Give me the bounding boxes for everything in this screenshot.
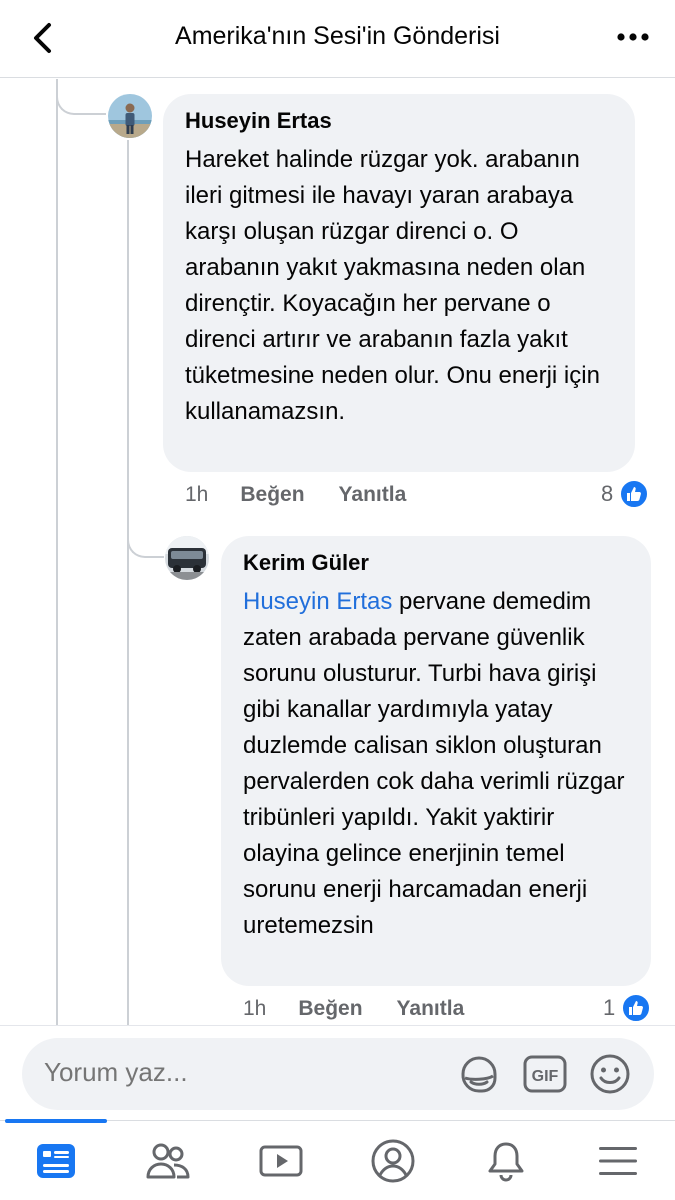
mention-link[interactable]: Huseyin Ertas bbox=[243, 588, 392, 615]
more-icon bbox=[617, 33, 649, 41]
page-title: Amerika'nın Sesi'in Gönderisi bbox=[175, 22, 500, 50]
avatar-image bbox=[108, 94, 152, 138]
reaction-summary[interactable]: 8 bbox=[601, 479, 650, 509]
thread-line-inner bbox=[127, 140, 129, 1025]
comment-time[interactable]: 1h bbox=[185, 483, 208, 507]
watch-icon bbox=[259, 1145, 303, 1177]
comment-composer: GIF bbox=[22, 1038, 654, 1110]
comment-author[interactable]: Huseyin Ertas bbox=[185, 108, 613, 134]
bottom-tab-bar bbox=[0, 1119, 675, 1200]
comment-text: Hareket halinde rüzgar yok. arabanın ile… bbox=[185, 146, 600, 425]
friends-icon bbox=[146, 1143, 190, 1179]
like-icon bbox=[619, 479, 650, 509]
comment-time[interactable]: 1h bbox=[243, 997, 266, 1021]
menu-icon bbox=[599, 1147, 637, 1175]
comment-input[interactable] bbox=[44, 1057, 444, 1088]
emoji-button[interactable] bbox=[587, 1051, 633, 1097]
reply-button[interactable]: Yanıtla bbox=[397, 997, 465, 1021]
tab-watch[interactable] bbox=[225, 1121, 337, 1200]
profile-icon bbox=[371, 1139, 415, 1183]
feed-icon bbox=[37, 1144, 75, 1178]
comment-actions: 1h Beğen Yanıtla bbox=[243, 997, 498, 1021]
comment-bubble: Kerim Güler Huseyin Ertas pervane demedi… bbox=[221, 536, 651, 986]
thread-curve-1 bbox=[56, 79, 106, 115]
svg-text:GIF: GIF bbox=[532, 1068, 559, 1085]
tab-menu[interactable] bbox=[562, 1121, 674, 1200]
comment-actions: 1h Beğen Yanıtla bbox=[185, 483, 440, 507]
reaction-count: 1 bbox=[603, 995, 616, 1020]
header: Amerika'nın Sesi'in Gönderisi bbox=[0, 0, 675, 78]
gif-button[interactable]: GIF bbox=[522, 1051, 568, 1097]
sticker-button[interactable] bbox=[456, 1051, 502, 1097]
avatar-huseyin[interactable] bbox=[108, 94, 152, 138]
tab-friends[interactable] bbox=[112, 1121, 224, 1200]
tab-feed[interactable] bbox=[0, 1121, 112, 1200]
emoji-icon bbox=[590, 1054, 630, 1094]
more-button[interactable] bbox=[613, 22, 653, 52]
like-icon bbox=[621, 993, 652, 1023]
reply-button[interactable]: Yanıtla bbox=[339, 483, 407, 507]
bell-icon bbox=[488, 1142, 524, 1182]
reaction-summary[interactable]: 1 bbox=[603, 993, 652, 1023]
thread-curve-2 bbox=[127, 520, 164, 558]
tab-profile[interactable] bbox=[337, 1121, 449, 1200]
comment-bubble: Huseyin Ertas Hareket halinde rüzgar yok… bbox=[163, 94, 635, 472]
like-button[interactable]: Beğen bbox=[240, 483, 304, 507]
avatar-kerim[interactable] bbox=[165, 536, 209, 580]
like-button[interactable]: Beğen bbox=[298, 997, 362, 1021]
comment-author[interactable]: Kerim Güler bbox=[243, 550, 629, 576]
comment-text: Huseyin Ertas pervane demedim zaten arab… bbox=[243, 584, 629, 944]
sticker-icon bbox=[461, 1056, 497, 1093]
avatar-image bbox=[165, 536, 209, 580]
reaction-count: 8 bbox=[601, 481, 614, 506]
tab-notifications[interactable] bbox=[450, 1121, 562, 1200]
comment-composer-bar: GIF bbox=[0, 1025, 675, 1120]
thread-line-outer bbox=[56, 79, 58, 1025]
comment-text-body: pervane demedim zaten arabada pervane gü… bbox=[243, 588, 625, 939]
gif-icon: GIF bbox=[523, 1055, 567, 1093]
